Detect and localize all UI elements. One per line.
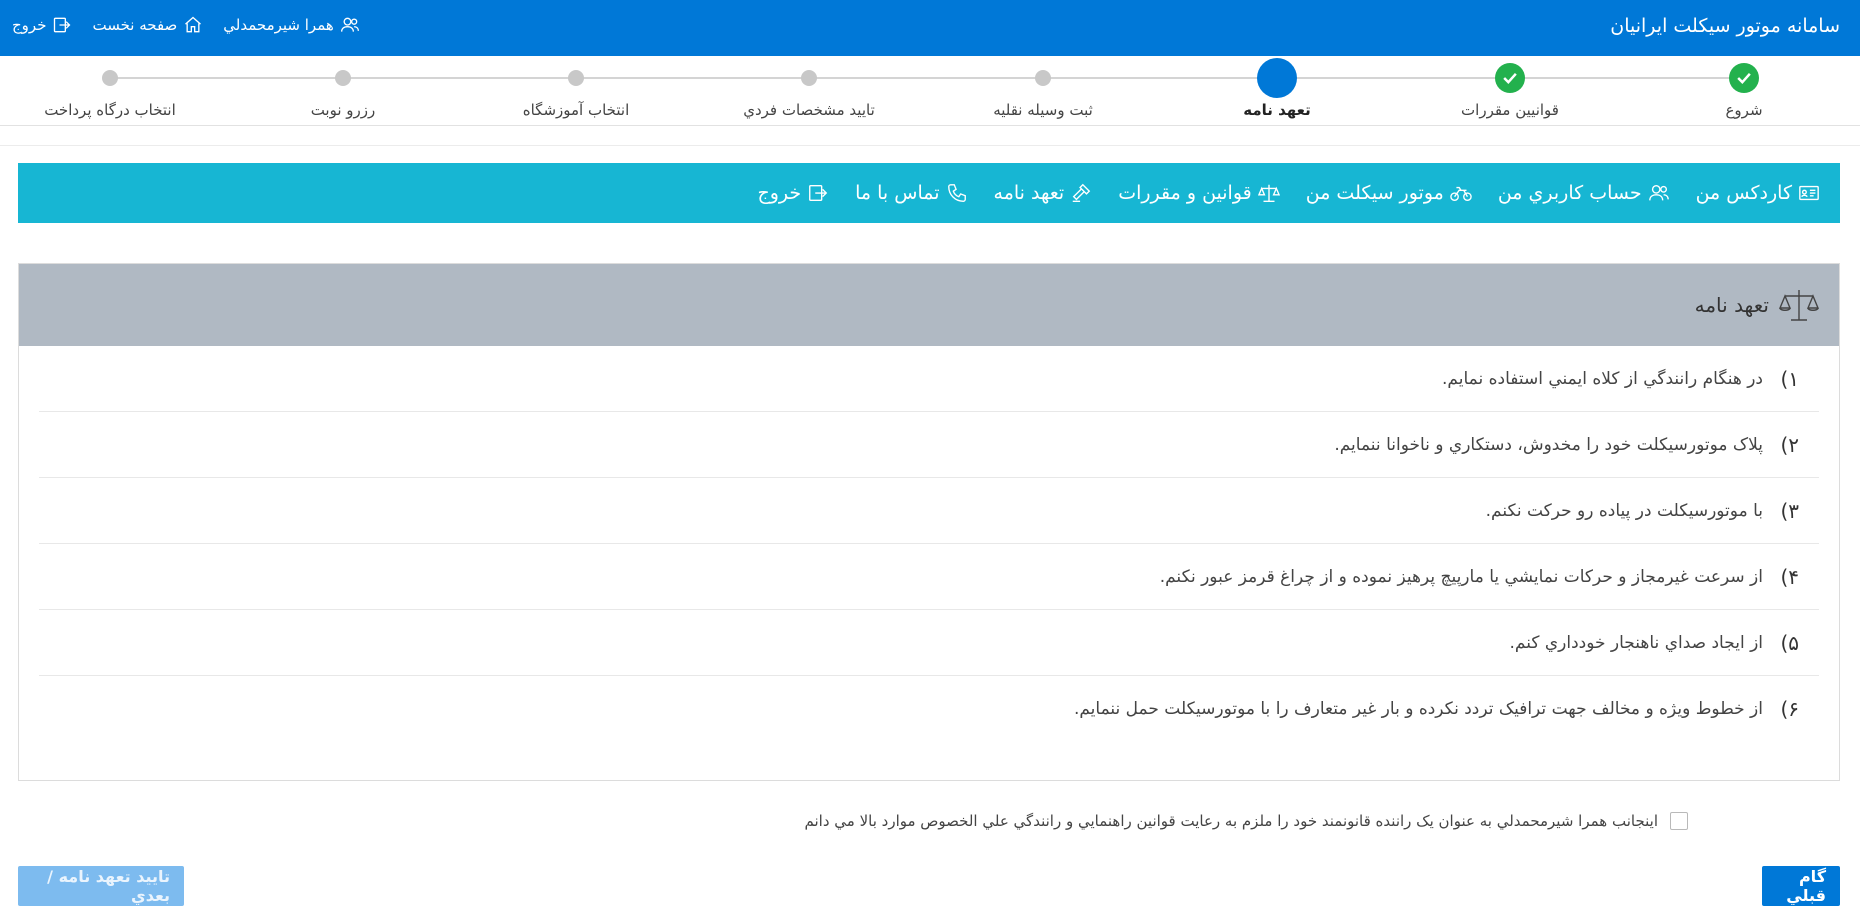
term-number: ۵) [1780,630,1799,655]
list-item: ۴) از سرعت غيرمجاز و حركات نمايشي يا مار… [39,544,1819,610]
user-profile-link[interactable]: همرا شيرمحمدلي [223,15,360,35]
list-item: ٣) با موتورسيكلت در پياده رو حركت نكنم. [39,478,1819,544]
logout-label: خروج [12,16,47,34]
terms-list: ١) در هنگام رانندگي از كلاه ايمني استفاد… [19,346,1839,742]
term-number: ۴) [1780,564,1799,589]
panel-title: تعهد نامه [1694,293,1769,317]
nav-label: موتور سيكلت من [1305,182,1444,204]
step-label: شروع [1725,101,1763,119]
nav-account[interactable]: حساب كاربري من [1498,182,1670,204]
step-label: تاييد مشخصات فردي [743,101,875,119]
nav-label: قوانين و مقررات [1118,182,1252,204]
term-text: از خطوط ويژه و مخالف جهت ترافيک تردد نكر… [1073,699,1763,719]
term-text: از ايجاد صداي ناهنجار خودداري كنم. [1509,632,1764,653]
nav-rules[interactable]: قوانين و مقررات [1118,182,1280,204]
nav-label: كاردكس من [1695,182,1792,204]
step-pending-indicator [335,70,351,86]
nav-label: تماس با ما [855,182,940,204]
step-pledge: تعهد نامه [1167,56,1387,119]
id-card-icon [1799,185,1819,201]
agreement-label[interactable]: اينجانب همرا شيرمحمدلي به عنوان يک رانند… [805,812,1659,830]
step-reservation: رزرو نوبت [233,56,453,119]
home-icon [185,16,202,33]
users-icon [340,17,359,32]
term-text: در هنگام رانندگي از كلاه ايمني استفاده ن… [1442,368,1763,389]
divider [0,145,1860,146]
list-item: ۵) از ايجاد صداي ناهنجار خودداري كنم. [39,610,1819,676]
nav-label: خروج [757,182,802,204]
step-pending-indicator [568,70,584,86]
top-bar: سامانه موتور سيكلت ايرانيان خروج صفحه نخ… [0,0,1860,56]
scales-icon [1779,290,1819,321]
step-done-indicator [1729,63,1759,93]
pledge-panel: تعهد نامه ١) در هنگام رانندگي از كلاه اي… [18,263,1840,781]
step-start: شروع [1634,56,1854,119]
term-text: از سرعت غيرمجاز و حركات نمايشي يا مارپيچ… [1159,566,1763,587]
nav-label: تعهد نامه [993,182,1065,204]
step-school: انتخاب آموزشگاه [466,56,686,119]
nav-label: حساب كاربري من [1497,182,1642,204]
term-number: ۶) [1780,697,1799,721]
step-vehicle: ثبت وسيله نقليه [933,56,1153,119]
agreement-row: اينجانب همرا شيرمحمدلي به عنوان يک رانند… [805,812,1688,830]
step-payment: انتخاب درگاه پرداخت [0,56,220,119]
term-number: ٣) [1780,498,1799,523]
phone-icon [947,184,966,202]
list-item: ٢) پلاک موتورسيكلت خود را مخدوش، دستكاري… [39,412,1819,478]
check-icon [1737,72,1751,84]
logout-icon [54,17,71,33]
users-icon [1648,184,1669,201]
home-link[interactable]: صفحه نخست [92,15,203,35]
step-personal-info: تاييد مشخصات فردي [699,56,919,119]
term-text: پلاک موتورسيكلت خود را مخدوش، دستكاري و … [1334,434,1763,455]
step-label: انتخاب درگاه پرداخت [44,101,176,119]
list-item: ١) در هنگام رانندگي از كلاه ايمني استفاد… [39,346,1819,412]
main-nav: كاردكس من حساب كاربري من موتور سيكلت من … [18,163,1840,223]
list-item: ۶) از خطوط ويژه و مخالف جهت ترافيک تردد … [39,676,1819,742]
user-name: همرا شيرمحمدلي [223,16,334,34]
check-icon [1503,72,1517,84]
step-label: رزرو نوبت [310,101,376,119]
step-pending-indicator [102,70,118,86]
logout-link[interactable]: خروج [12,15,72,35]
nav-contact[interactable]: تماس با ما [855,182,967,204]
confirm-next-button[interactable]: تاييد تعهد نامه / بعدي [18,866,184,906]
step-label: تعهد نامه [1243,101,1311,119]
step-active-indicator [1257,58,1297,98]
previous-step-button[interactable]: گام قبلي [1762,866,1840,906]
term-number: ١) [1780,366,1799,391]
step-pending-indicator [1035,70,1051,86]
step-label: قوانيين مقررات [1461,101,1559,119]
term-text: با موتورسيكلت در پياده رو حركت نكنم. [1485,500,1763,521]
scales-icon [1257,184,1280,202]
term-number: ٢) [1780,432,1799,457]
nav-pledge[interactable]: تعهد نامه [994,182,1093,204]
home-label: صفحه نخست [92,16,178,34]
agreement-checkbox[interactable] [1670,812,1688,830]
step-rules: قوانيين مقررات [1400,56,1620,119]
user-links: خروج صفحه نخست همرا شيرمحمدلي [12,15,360,35]
panel-header: تعهد نامه [19,264,1839,346]
app-title: سامانه موتور سيكلت ايرانيان [1610,15,1840,37]
step-pending-indicator [801,70,817,86]
step-done-indicator [1495,63,1525,93]
logout-icon [809,184,828,202]
motorcycle-icon [1450,186,1472,202]
progress-stepper: شروع قوانيين مقررات تعهد نامه ثبت وسيله … [0,56,1860,126]
step-label: ثبت وسيله نقليه [993,101,1093,119]
step-label: انتخاب آموزشگاه [522,101,630,119]
nav-logout[interactable]: خروج [757,182,829,204]
nav-motorcycle[interactable]: موتور سيكلت من [1306,182,1472,204]
gavel-icon [1072,183,1091,202]
nav-kardex[interactable]: كاردكس من [1696,182,1820,204]
